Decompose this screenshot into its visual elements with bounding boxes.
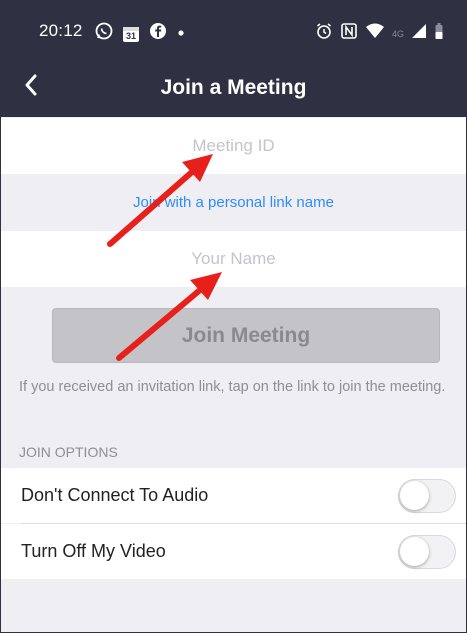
dot-icon bbox=[176, 25, 186, 43]
your-name-input[interactable] bbox=[1, 230, 466, 288]
status-right-icons: 4G bbox=[315, 22, 444, 45]
nfc-icon bbox=[340, 22, 358, 45]
option-label-video: Turn Off My Video bbox=[21, 541, 166, 561]
personal-link-name-link[interactable]: Join with a personal link name bbox=[133, 194, 334, 211]
nav-bar: Join a Meeting bbox=[1, 59, 466, 117]
invitation-hint-text: If you received an invitation link, tap … bbox=[19, 379, 446, 395]
wifi-icon bbox=[365, 22, 385, 45]
your-name-row bbox=[1, 230, 466, 288]
status-time: 20:12 bbox=[39, 21, 83, 40]
toggle-knob bbox=[400, 480, 429, 510]
whatsapp-icon bbox=[95, 22, 113, 45]
personal-link-row: Join with a personal link name bbox=[1, 174, 466, 230]
join-meeting-button[interactable]: Join Meeting bbox=[52, 308, 440, 363]
signal-icon bbox=[411, 23, 427, 44]
meeting-id-input[interactable] bbox=[1, 117, 466, 175]
app-frame: 20:12 31 4G Join a Meeting Meeting ID Jo… bbox=[0, 0, 467, 633]
page-title: Join a Meeting bbox=[160, 76, 307, 99]
option-row-audio: Don't Connect To Audio bbox=[1, 468, 466, 523]
facebook-icon bbox=[149, 22, 167, 45]
video-toggle[interactable] bbox=[398, 534, 456, 569]
battery-icon bbox=[434, 22, 444, 45]
status-bar: 20:12 31 4G bbox=[1, 1, 466, 59]
calendar-date-number: 31 bbox=[125, 30, 136, 41]
status-left-icons: 31 bbox=[95, 22, 186, 45]
calendar-icon: 31 bbox=[122, 25, 140, 43]
network-type-label: 4G bbox=[391, 28, 404, 39]
join-options-header: JOIN OPTIONS bbox=[19, 444, 118, 460]
meeting-id-row bbox=[1, 117, 466, 175]
audio-toggle[interactable] bbox=[398, 478, 456, 513]
option-row-video: Turn Off My Video bbox=[1, 524, 466, 579]
option-label-audio: Don't Connect To Audio bbox=[21, 485, 209, 505]
alarm-icon bbox=[315, 22, 333, 45]
toggle-knob bbox=[400, 536, 429, 566]
